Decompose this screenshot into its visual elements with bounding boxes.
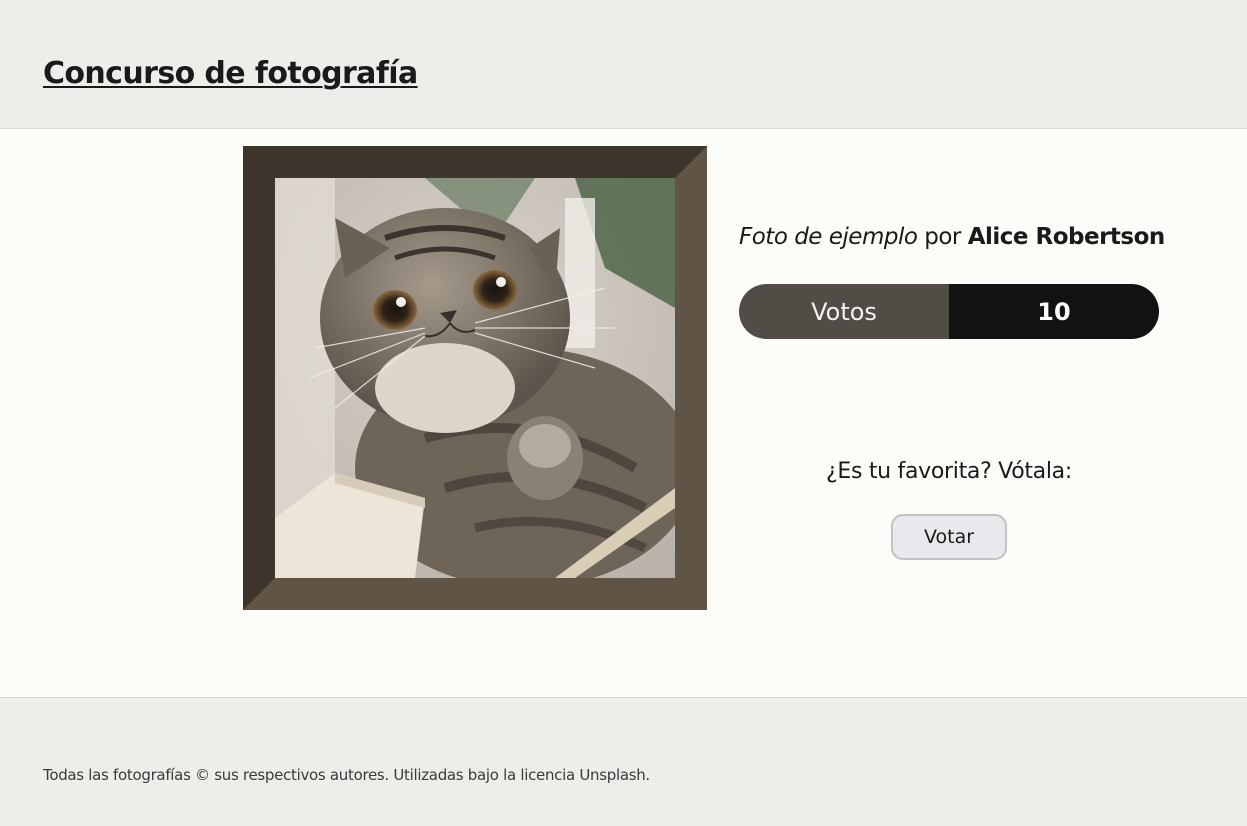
footer-copyright: Todas las fotografías © sus respectivos … [43, 766, 650, 784]
byline-connector: por [924, 224, 961, 250]
site-header: Concurso de fotografía [0, 0, 1247, 129]
photo-title: Foto de ejemplo [739, 224, 918, 250]
photo-caption: Foto de ejemplo por Alice Robertson [739, 224, 1179, 250]
vote-button[interactable]: Votar [891, 514, 1007, 560]
photo-frame [243, 146, 707, 610]
votes-label: Votos [739, 284, 949, 339]
page-title: Concurso de fotografía [43, 56, 418, 91]
site-footer: Todas las fotografías © sus respectivos … [0, 697, 1247, 826]
vote-counter: Votos 10 [739, 284, 1159, 339]
votes-count: 10 [949, 284, 1159, 339]
vote-prompt: ¿Es tu favorita? Vótala: [826, 459, 1072, 484]
main-content: Foto de ejemplo por Alice Robertson Voto… [0, 129, 1247, 697]
home-link[interactable]: Concurso de fotografía [43, 56, 418, 91]
photo-author: Alice Robertson [967, 224, 1166, 250]
cat-photo [275, 178, 675, 578]
